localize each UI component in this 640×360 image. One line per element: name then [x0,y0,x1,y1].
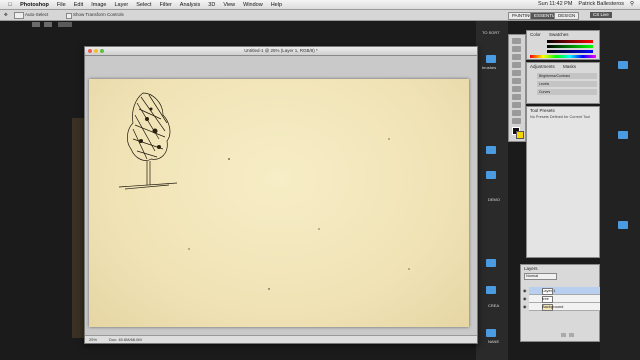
menu-layer[interactable]: Layer [115,2,129,8]
new-layer-icon[interactable] [561,333,566,337]
quick-select-tool-icon[interactable] [512,62,521,68]
eye-icon[interactable]: ◉ [523,288,527,293]
tab-color[interactable]: Color [530,32,541,37]
desktop-right-strip [600,21,640,360]
status-bar: 25% Doc: 45.6M/68.0M [85,335,477,343]
menu-3d[interactable]: 3D [208,2,215,8]
tab-tool-presets[interactable]: Tool Presets [530,108,555,113]
bridge-icon[interactable] [32,22,40,27]
lasso-tool-icon[interactable] [512,54,521,60]
blue-slider[interactable] [547,50,593,53]
green-slider[interactable] [547,45,593,48]
tab-adjustments[interactable]: Adjustments [530,64,555,69]
no-presets-message: No Presets Defined for Current Tool [530,115,591,119]
tree-drawing [118,92,410,290]
desktop-label-demo: DEMO [488,197,500,202]
stamp-tool-icon[interactable] [512,102,521,108]
workspace-design-button[interactable]: DESIGN [554,12,580,20]
adjustments-panel: Adjustments Masks Brightness/Contrast Le… [526,62,600,104]
folder-icon[interactable] [486,55,496,63]
brush-tool-icon[interactable] [512,94,521,100]
menu-image[interactable]: Image [91,2,106,8]
blend-mode-select[interactable]: Normal [524,273,557,280]
folder-icon[interactable] [618,221,628,229]
layer-name: tree [542,296,549,301]
adjustment-item[interactable]: Brightness/Contrast [537,73,597,79]
menu-analysis[interactable]: Analysis [180,2,200,8]
transform-checkbox[interactable] [66,13,72,19]
menu-help[interactable]: Help [271,2,282,8]
desktop-strip: TO SORT brushes DEMO CREA NANE [476,21,508,360]
menu-window[interactable]: Window [243,2,263,8]
application-bar [32,22,122,28]
folder-icon[interactable] [486,146,496,154]
move-tool-icon[interactable] [512,38,521,44]
desktop-label-crea: CREA [488,303,500,308]
folder-icon[interactable] [486,171,496,179]
crop-tool-icon[interactable] [512,70,521,76]
canvas[interactable] [89,79,469,327]
folder-icon[interactable] [486,259,496,267]
status-doc-size: Doc: 45.6M/68.0M [109,337,142,342]
tab-swatches[interactable]: Swatches [549,32,569,37]
tab-masks[interactable]: Masks [563,64,576,69]
desktop-label-nane: NANE [488,339,500,344]
adjustment-label: Curves [539,90,551,94]
move-tool-icon[interactable]: ✥ [4,12,8,18]
desktop-label-brushes: brushes [482,65,497,70]
eyedropper-tool-icon[interactable] [512,78,521,84]
desktop-label-to-sort: TO SORT [482,30,500,35]
user-name[interactable]: Patrick Ballesteros [578,1,624,7]
document-title: Untitled-1 @ 25% (Layer 1, RGB/8) * [244,48,318,53]
auto-select-label: Auto-Select [25,12,49,17]
trash-icon[interactable] [569,333,574,337]
tool-presets-panel: Tool Presets No Presets Defined for Curr… [526,106,600,258]
auto-select-checkbox[interactable] [14,12,24,19]
menu-edit[interactable]: Edit [74,2,83,8]
layer-name: Layer 1 [542,288,556,293]
layers-panel: Layers Normal Layer 1 tree Background ◉ … [520,264,615,342]
eye-icon[interactable]: ◉ [523,304,527,309]
folder-icon[interactable] [486,329,496,337]
status-zoom[interactable]: 25% [89,337,97,342]
tools-panel [508,34,526,142]
zoom-level-dropdown[interactable] [58,22,72,27]
color-spectrum[interactable] [530,55,596,58]
background-color-swatch[interactable] [516,131,524,139]
mini-bridge-icon[interactable] [44,22,52,27]
adjustment-label: Brightness/Contrast [539,74,570,78]
eye-icon[interactable]: ◉ [523,296,527,301]
folder-icon[interactable] [486,286,496,294]
marquee-tool-icon[interactable] [512,46,521,52]
apple-menu-icon[interactable]:  [8,2,12,8]
gradient-tool-icon[interactable] [512,118,521,124]
mac-menubar:  Photoshop File Edit Image Layer Select… [0,0,640,10]
spotlight-icon[interactable]: ⚲ [630,1,634,7]
menu-select[interactable]: Select [136,2,151,8]
tab-layers[interactable]: Layers [524,266,538,271]
folder-icon[interactable] [618,61,628,69]
cs-live-button[interactable]: CS Live [590,12,612,18]
options-bar: ✥ Auto-Select Show Transform Controls PA… [0,10,640,21]
red-slider[interactable] [547,40,593,43]
menu-view[interactable]: View [223,2,235,8]
adjustment-label: Levels [539,82,550,86]
transform-controls-label: Show Transform Controls [73,12,124,17]
menu-filter[interactable]: Filter [160,2,172,8]
folder-icon[interactable] [618,131,628,139]
adjustment-item[interactable]: Levels [537,81,597,87]
adjustment-item[interactable]: Curves [537,89,597,95]
layer-name: Background [542,304,564,309]
menu-file[interactable]: File [57,2,66,8]
clock[interactable]: Sun 11:42 PM [538,1,572,7]
color-panel: Color Swatches [526,30,600,60]
document-window[interactable]: Untitled-1 @ 25% (Layer 1, RGB/8) * 25% … [84,46,478,344]
document-titlebar[interactable]: Untitled-1 @ 25% (Layer 1, RGB/8) * [85,47,477,56]
menu-app-name[interactable]: Photoshop [20,2,49,8]
eraser-tool-icon[interactable] [512,110,521,116]
healing-tool-icon[interactable] [512,86,521,92]
